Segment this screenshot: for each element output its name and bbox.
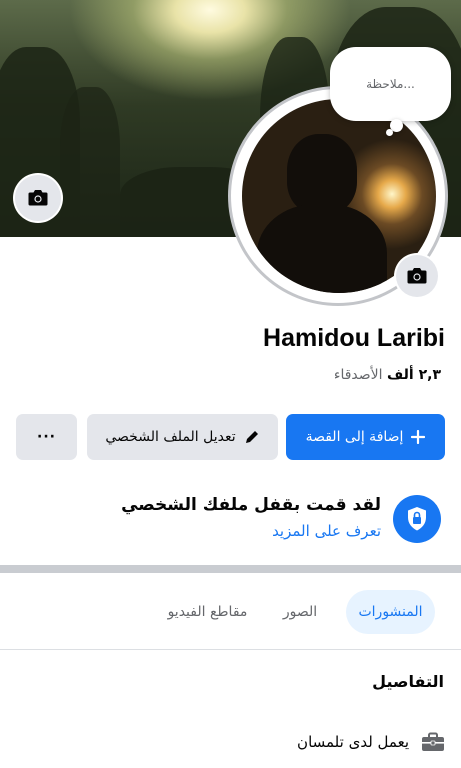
profile-name: Hamidou Laribi — [263, 324, 445, 352]
locked-profile-title: لقد قمت بقفل ملفك الشخصي — [121, 495, 381, 515]
plus-icon — [411, 430, 426, 444]
add-to-story-button[interactable]: إضافة إلى القصة — [286, 414, 445, 460]
friends-count[interactable]: ٢,٣ ألف الأصدقاء — [334, 367, 441, 383]
briefcase-icon — [422, 732, 444, 751]
note-bubble[interactable]: ملاحظة... — [330, 47, 451, 121]
shield-lock-icon — [393, 495, 441, 543]
avatar-silhouette-body — [257, 204, 387, 293]
edit-profile-label: تعديل الملف الشخصي — [105, 429, 236, 445]
edit-profile-button[interactable]: تعديل الملف الشخصي — [87, 414, 278, 460]
work-detail: يعمل لدى تلمسان — [297, 732, 445, 752]
friends-count-value: ٢,٣ ألف — [386, 367, 441, 383]
camera-icon — [28, 190, 48, 206]
note-placeholder: ملاحظة... — [366, 77, 415, 91]
more-icon: ··· — [37, 429, 56, 445]
note-bubble-tail-small — [386, 129, 393, 136]
more-options-button[interactable]: ··· — [16, 414, 77, 460]
cover-tree — [60, 87, 120, 237]
work-label: يعمل لدى تلمسان — [297, 733, 409, 751]
add-to-story-label: إضافة إلى القصة — [305, 429, 404, 445]
section-divider — [0, 565, 461, 573]
cover-camera-button[interactable] — [15, 175, 61, 221]
tab-videos[interactable]: مقاطع الفيديو — [155, 590, 260, 634]
tabs-divider — [0, 649, 461, 650]
tab-posts[interactable]: المنشورات — [346, 590, 435, 634]
avatar-silhouette-head — [287, 134, 357, 214]
details-title: التفاصيل — [372, 672, 444, 691]
pencil-icon — [245, 431, 258, 443]
camera-icon — [407, 268, 427, 284]
learn-more-link[interactable]: تعرف على المزيد — [272, 522, 381, 540]
tab-photos[interactable]: الصور — [270, 590, 330, 634]
avatar-camera-button[interactable] — [396, 255, 438, 297]
friends-label: الأصدقاء — [333, 367, 383, 383]
